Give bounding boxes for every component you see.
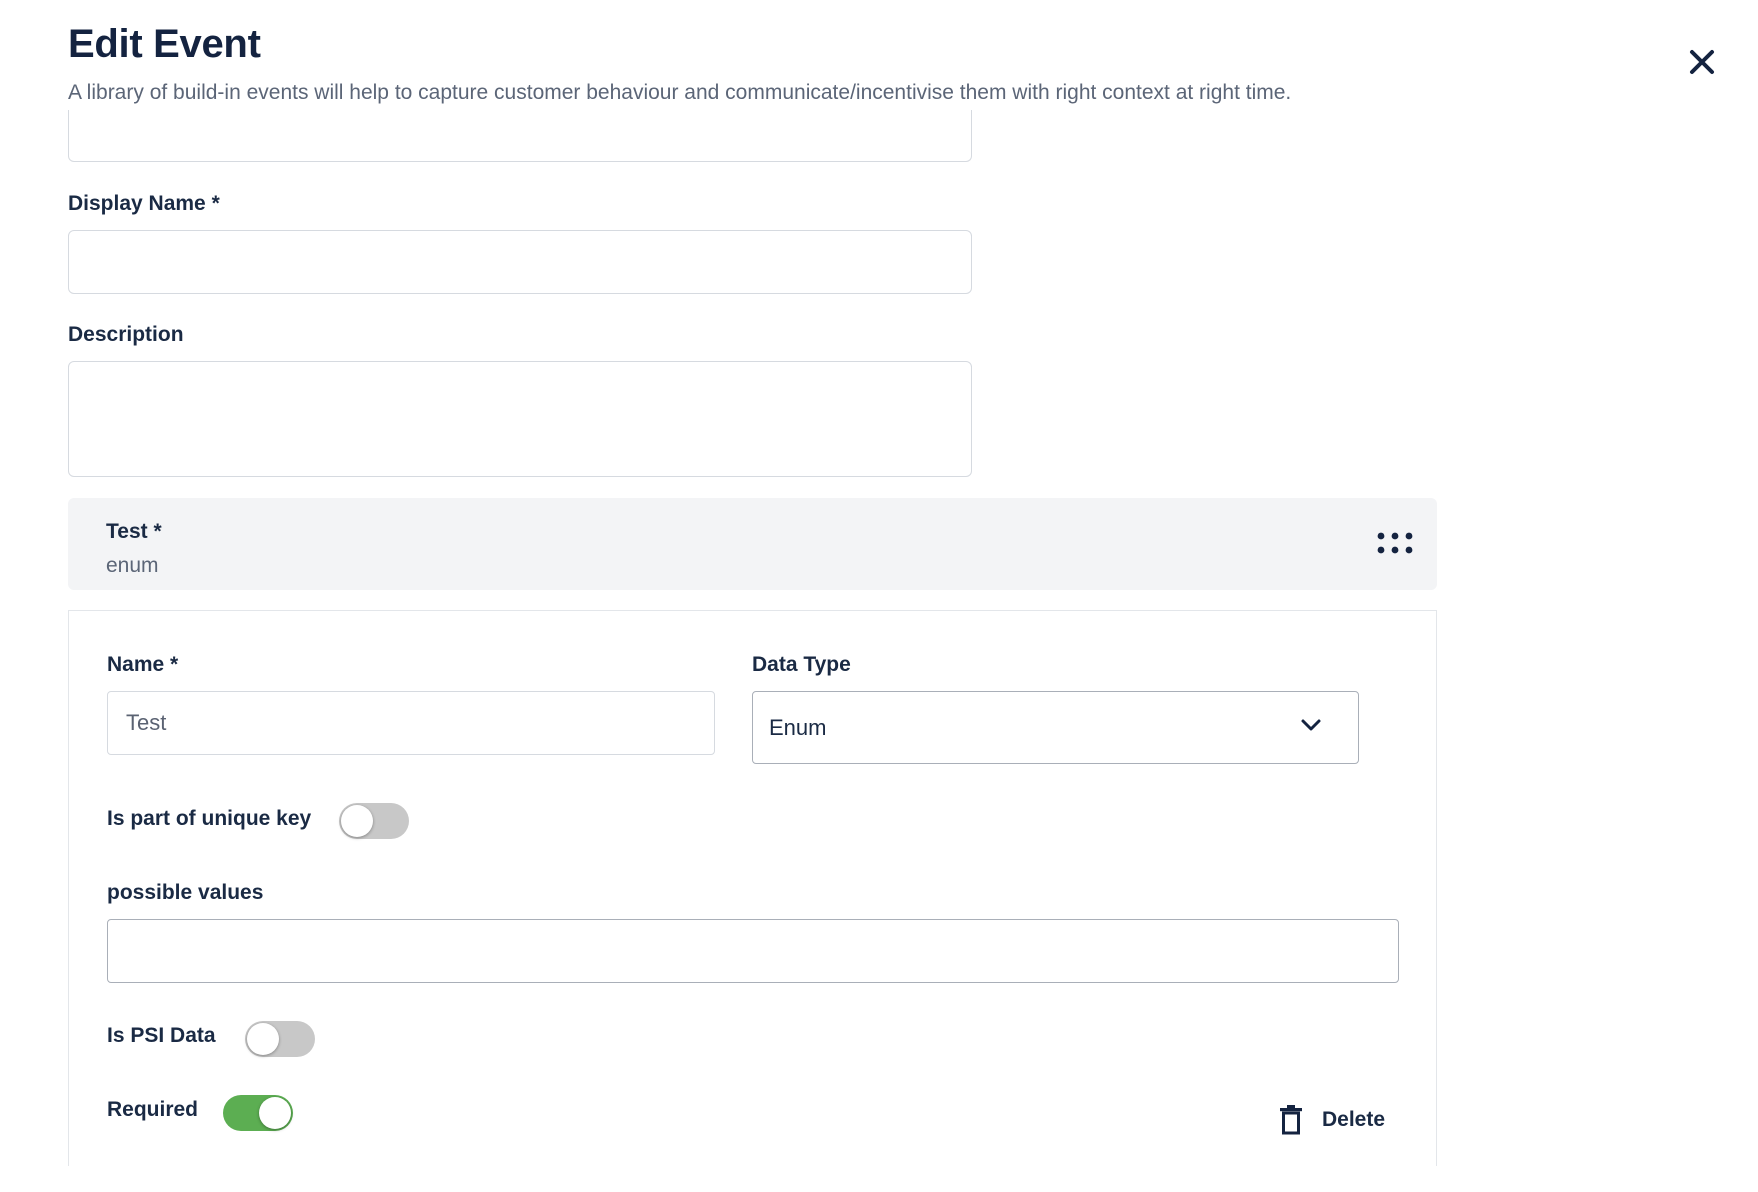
unique-key-label: Is part of unique key — [107, 807, 312, 830]
data-type-label: Data Type — [752, 653, 851, 676]
display-name-input[interactable] — [68, 230, 972, 294]
unique-key-toggle[interactable] — [339, 803, 409, 839]
possible-values-input[interactable] — [107, 919, 1399, 983]
attribute-header[interactable]: Test * enum — [68, 498, 1437, 590]
toggle-knob — [247, 1023, 279, 1055]
display-name-label: Display Name * — [68, 192, 220, 215]
data-type-value: Enum — [769, 714, 827, 740]
required-toggle[interactable] — [223, 1095, 293, 1131]
psi-data-label: Is PSI Data — [107, 1024, 216, 1047]
description-textarea[interactable] — [68, 361, 972, 477]
attribute-type: enum — [106, 554, 159, 577]
possible-values-label: possible values — [107, 881, 264, 904]
event-name-input[interactable] — [68, 110, 972, 162]
name-input[interactable]: Test — [107, 691, 715, 755]
delete-label: Delete — [1322, 1108, 1386, 1131]
required-label: Required — [107, 1098, 199, 1121]
toggle-knob — [341, 805, 373, 837]
data-type-select[interactable]: Enum — [752, 691, 1359, 764]
attribute-title: Test * — [106, 520, 162, 543]
attribute-more-button[interactable] — [1375, 524, 1417, 564]
toggle-knob — [259, 1097, 291, 1129]
name-label: Name * — [107, 653, 179, 676]
close-icon — [1690, 50, 1714, 74]
more-dots-icon — [1377, 532, 1413, 554]
chevron-down-icon — [1301, 719, 1321, 731]
psi-data-toggle[interactable] — [245, 1021, 315, 1057]
delete-button[interactable]: Delete — [1278, 1104, 1385, 1136]
page-header: Edit Event A library of build-in events … — [68, 20, 1628, 106]
page-subtitle: A library of build-in events will help t… — [68, 81, 1292, 104]
close-button[interactable] — [1680, 40, 1724, 84]
page-title: Edit Event — [68, 22, 261, 66]
description-label: Description — [68, 323, 184, 346]
trash-icon — [1280, 1105, 1302, 1135]
